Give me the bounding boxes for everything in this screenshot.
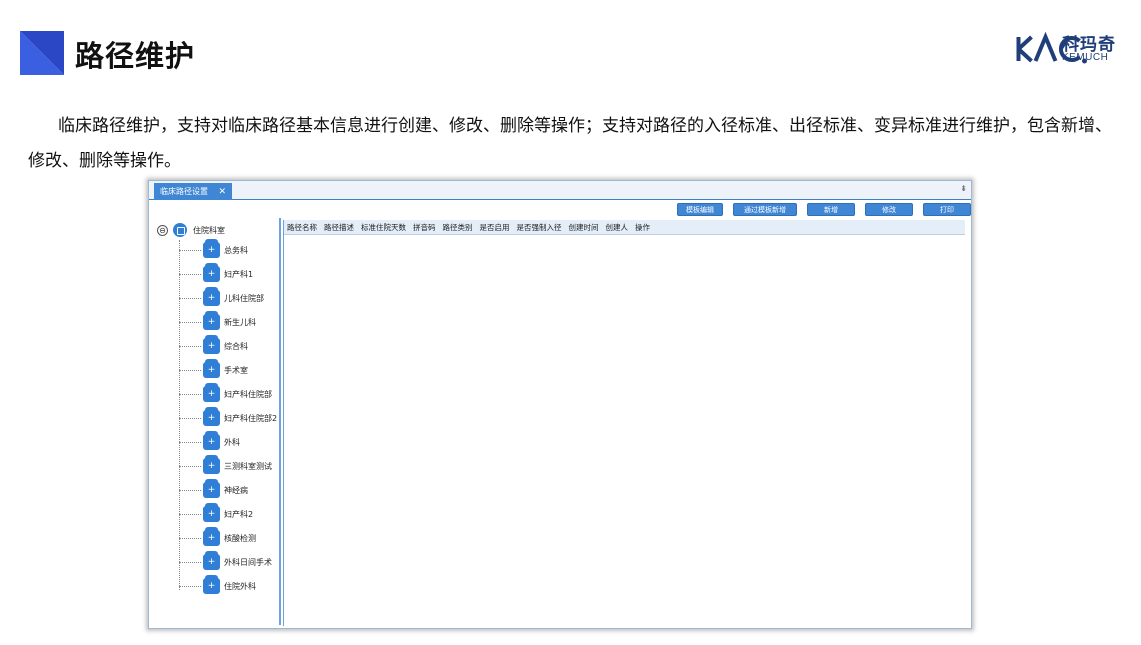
- tree-item[interactable]: 妇产科住院部2: [179, 406, 277, 430]
- tab-strip: 临床路径设置 ✕ ⇟: [149, 181, 971, 200]
- folder-add-icon: [203, 311, 220, 330]
- tab-pathway-settings[interactable]: 临床路径设置 ✕: [154, 183, 233, 201]
- pathway-settings-window: 临床路径设置 ✕ ⇟ 模板编辑 通过模板新增 新增 修改 打印 ⊖ 住院科室 总…: [148, 180, 972, 629]
- tree-item-label: 妇产科住院部: [224, 389, 272, 399]
- folder-add-icon: [203, 407, 220, 426]
- tree-item[interactable]: 妇产科1: [179, 262, 277, 286]
- folder-add-icon: [203, 551, 220, 570]
- close-icon[interactable]: ✕: [219, 184, 227, 201]
- tree-item[interactable]: 核酸检测: [179, 526, 277, 550]
- folder-add-icon: [203, 575, 220, 594]
- tree-item[interactable]: 总务科: [179, 238, 277, 262]
- folder-add-icon: [203, 359, 220, 378]
- collapse-icon[interactable]: ⊖: [157, 224, 168, 236]
- tree-item-label: 妇产科住院部2: [224, 413, 278, 423]
- tree-item-label: 外科: [224, 437, 240, 447]
- toolbar: 模板编辑 通过模板新增 新增 修改 打印: [677, 203, 971, 216]
- tree-items: 总务科 妇产科1 儿科住院部 新生儿科 综合科 手术室 妇产科住院部 妇产科住院…: [179, 238, 277, 598]
- tree-item[interactable]: 外科日间手术: [179, 550, 277, 574]
- tree-item[interactable]: 妇产科2: [179, 502, 277, 526]
- folder-add-icon: [203, 263, 220, 282]
- tree-item-label: 妇产科2: [224, 509, 254, 519]
- title-accent-block: [20, 31, 64, 75]
- tree-item-label: 外科日间手术: [224, 557, 272, 567]
- description-paragraph: 临床路径维护，支持对临床路径基本信息进行创建、修改、删除等操作；支持对路径的入径…: [28, 116, 1112, 171]
- department-group-icon: [173, 223, 187, 237]
- column-header[interactable]: 是否强制入径: [517, 222, 562, 233]
- folder-add-icon: [203, 431, 220, 450]
- tree-item[interactable]: 神经病: [179, 478, 277, 502]
- tree-item[interactable]: 新生儿科: [179, 310, 277, 334]
- column-header[interactable]: 拼音码: [413, 222, 436, 233]
- tree-root-label: 住院科室: [193, 225, 225, 235]
- tree-root-inpatient[interactable]: ⊖ 住院科室: [157, 223, 225, 237]
- tree-item[interactable]: 三测科室测试: [179, 454, 277, 478]
- column-header[interactable]: 操作: [635, 222, 650, 233]
- tree-item[interactable]: 住院外科: [179, 574, 277, 598]
- column-header[interactable]: 标准住院天数: [361, 222, 406, 233]
- tree-item[interactable]: 外科: [179, 430, 277, 454]
- tree-item[interactable]: 妇产科住院部: [179, 382, 277, 406]
- tree-item-label: 新生儿科: [224, 317, 256, 327]
- folder-add-icon: [203, 479, 220, 498]
- column-header[interactable]: 路径描述: [324, 222, 354, 233]
- tab-label: 临床路径设置: [160, 187, 208, 196]
- folder-add-icon: [203, 287, 220, 306]
- tree-item-label: 总务科: [224, 245, 248, 255]
- tab-menu-icon[interactable]: ⇟: [960, 184, 967, 193]
- tree-item-label: 妇产科1: [224, 269, 254, 279]
- folder-add-icon: [203, 383, 220, 402]
- folder-add-icon: [203, 527, 220, 546]
- logo-text-en: KEMUCH: [1062, 52, 1109, 63]
- column-header[interactable]: 路径名称: [287, 222, 317, 233]
- column-header[interactable]: 创建时间: [569, 222, 599, 233]
- modify-button[interactable]: 修改: [865, 203, 913, 216]
- tree-item-label: 综合科: [224, 341, 248, 351]
- folder-add-icon: [203, 503, 220, 522]
- tree-item-label: 儿科住院部: [224, 293, 264, 303]
- print-button[interactable]: 打印: [923, 203, 971, 216]
- column-header[interactable]: 创建人: [606, 222, 629, 233]
- folder-add-icon: [203, 239, 220, 258]
- template-edit-button[interactable]: 模板编辑: [677, 203, 723, 216]
- tree-item-label: 神经病: [224, 485, 248, 495]
- tree-item-label: 住院外科: [224, 581, 256, 591]
- pathway-table: 路径名称 路径描述 标准住院天数 拼音码 路径类别 是否启用 是否强制入径 创建…: [283, 220, 965, 626]
- column-header[interactable]: 是否启用: [480, 222, 510, 233]
- tree-item[interactable]: 手术室: [179, 358, 277, 382]
- department-tree: ⊖ 住院科室 总务科 妇产科1 儿科住院部 新生儿科 综合科 手术室 妇产科住院…: [155, 218, 281, 625]
- tree-item[interactable]: 儿科住院部: [179, 286, 277, 310]
- slide-title: 路径维护: [75, 39, 196, 73]
- tree-item-label: 三测科室测试: [224, 461, 272, 471]
- tree-item[interactable]: 综合科: [179, 334, 277, 358]
- add-via-template-button[interactable]: 通过模板新增: [733, 203, 797, 216]
- tree-item-label: 手术室: [224, 365, 248, 375]
- table-header: 路径名称 路径描述 标准住院天数 拼音码 路径类别 是否启用 是否强制入径 创建…: [284, 220, 965, 235]
- folder-add-icon: [203, 335, 220, 354]
- folder-add-icon: [203, 455, 220, 474]
- column-header[interactable]: 路径类别: [443, 222, 473, 233]
- tree-item-label: 核酸检测: [224, 533, 256, 543]
- add-button[interactable]: 新增: [807, 203, 855, 216]
